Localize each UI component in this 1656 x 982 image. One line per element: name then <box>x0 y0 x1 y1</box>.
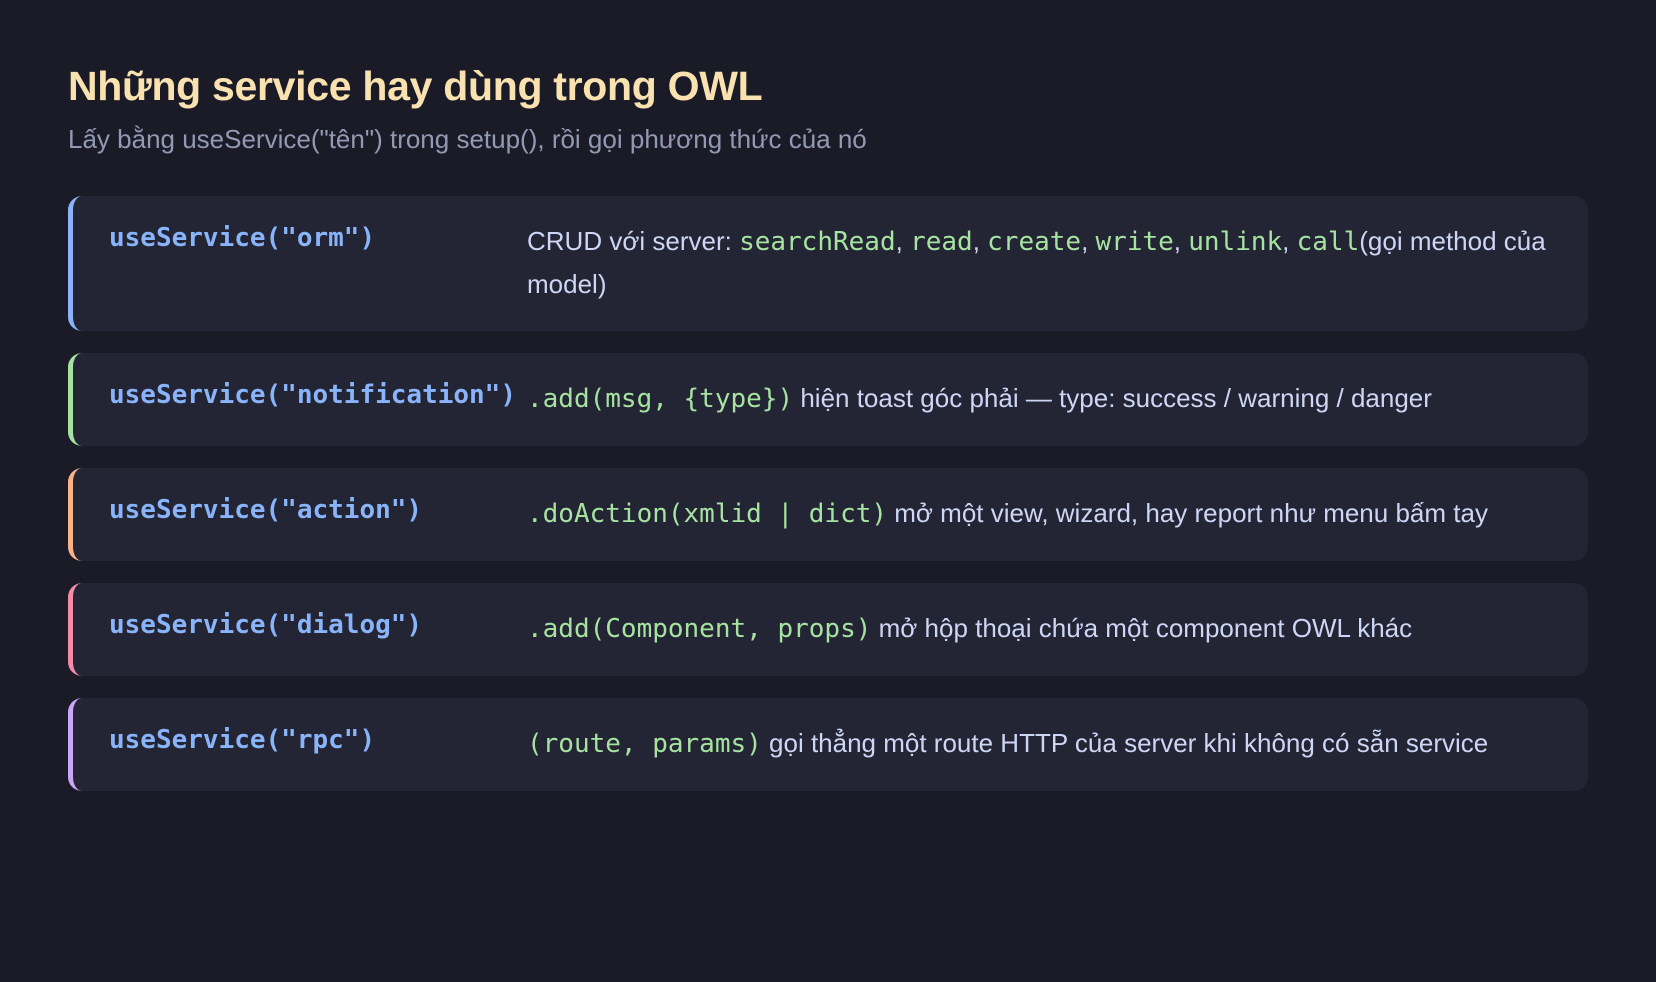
page-subtitle: Lấy bằng useService("tên") trong setup()… <box>68 124 867 154</box>
method-signature: (route, params) <box>527 729 762 759</box>
service-name: useService("dialog") <box>109 610 423 640</box>
service-card-notification: useService("notification") .add(msg, {ty… <box>68 353 1588 446</box>
service-card-orm: useService("orm") CRUD với server: searc… <box>68 196 1588 331</box>
separator: , <box>895 226 911 256</box>
method-signature: .doAction(xmlid | dict) <box>527 499 888 529</box>
page-title: Những service hay dùng trong OWL <box>68 63 763 109</box>
description-text: CRUD với server: <box>527 226 740 256</box>
service-description: (route, params) gọi thẳng một route HTTP… <box>527 720 1558 765</box>
separator: , <box>1173 226 1189 256</box>
page: Những service hay dùng trong OWL Lấy bằn… <box>68 58 1588 791</box>
method-call: call <box>1296 227 1360 257</box>
method-signature: .add(Component, props) <box>527 614 872 644</box>
method-search-read: searchRead <box>739 227 896 257</box>
description-text: hiện toast góc phải — type: success / wa… <box>793 383 1432 413</box>
service-card-rpc: useService("rpc") (route, params) gọi th… <box>68 698 1588 791</box>
method-create: create <box>987 227 1082 257</box>
service-name: useService("action") <box>109 495 423 525</box>
service-list: useService("orm") CRUD với server: searc… <box>68 196 1588 813</box>
service-card-dialog: useService("dialog") .add(Component, pro… <box>68 583 1588 676</box>
service-description: .add(msg, {type}) hiện toast góc phải — … <box>527 375 1558 420</box>
service-description: CRUD với server: searchRead, read, creat… <box>527 218 1558 305</box>
description-text: gọi thẳng một route HTTP của server khi … <box>761 728 1489 758</box>
separator: , <box>972 226 988 256</box>
method-unlink: unlink <box>1188 227 1283 257</box>
service-name: useService("orm") <box>109 223 376 253</box>
separator: , <box>1282 226 1297 256</box>
service-name: useService("notification") <box>109 380 516 410</box>
separator: , <box>1081 226 1096 256</box>
service-name: useService("rpc") <box>109 725 376 755</box>
description-text: mở một view, wizard, hay report như menu… <box>887 498 1488 528</box>
method-write: write <box>1095 227 1174 257</box>
method-signature: .add(msg, {type}) <box>527 384 794 414</box>
service-description: .add(Component, props) mở hộp thoại chứa… <box>527 605 1558 650</box>
service-description: .doAction(xmlid | dict) mở một view, wiz… <box>527 490 1558 535</box>
method-read: read <box>910 227 973 257</box>
description-text: mở hộp thoại chứa một component OWL khác <box>871 613 1413 643</box>
service-card-action: useService("action") .doAction(xmlid | d… <box>68 468 1588 561</box>
